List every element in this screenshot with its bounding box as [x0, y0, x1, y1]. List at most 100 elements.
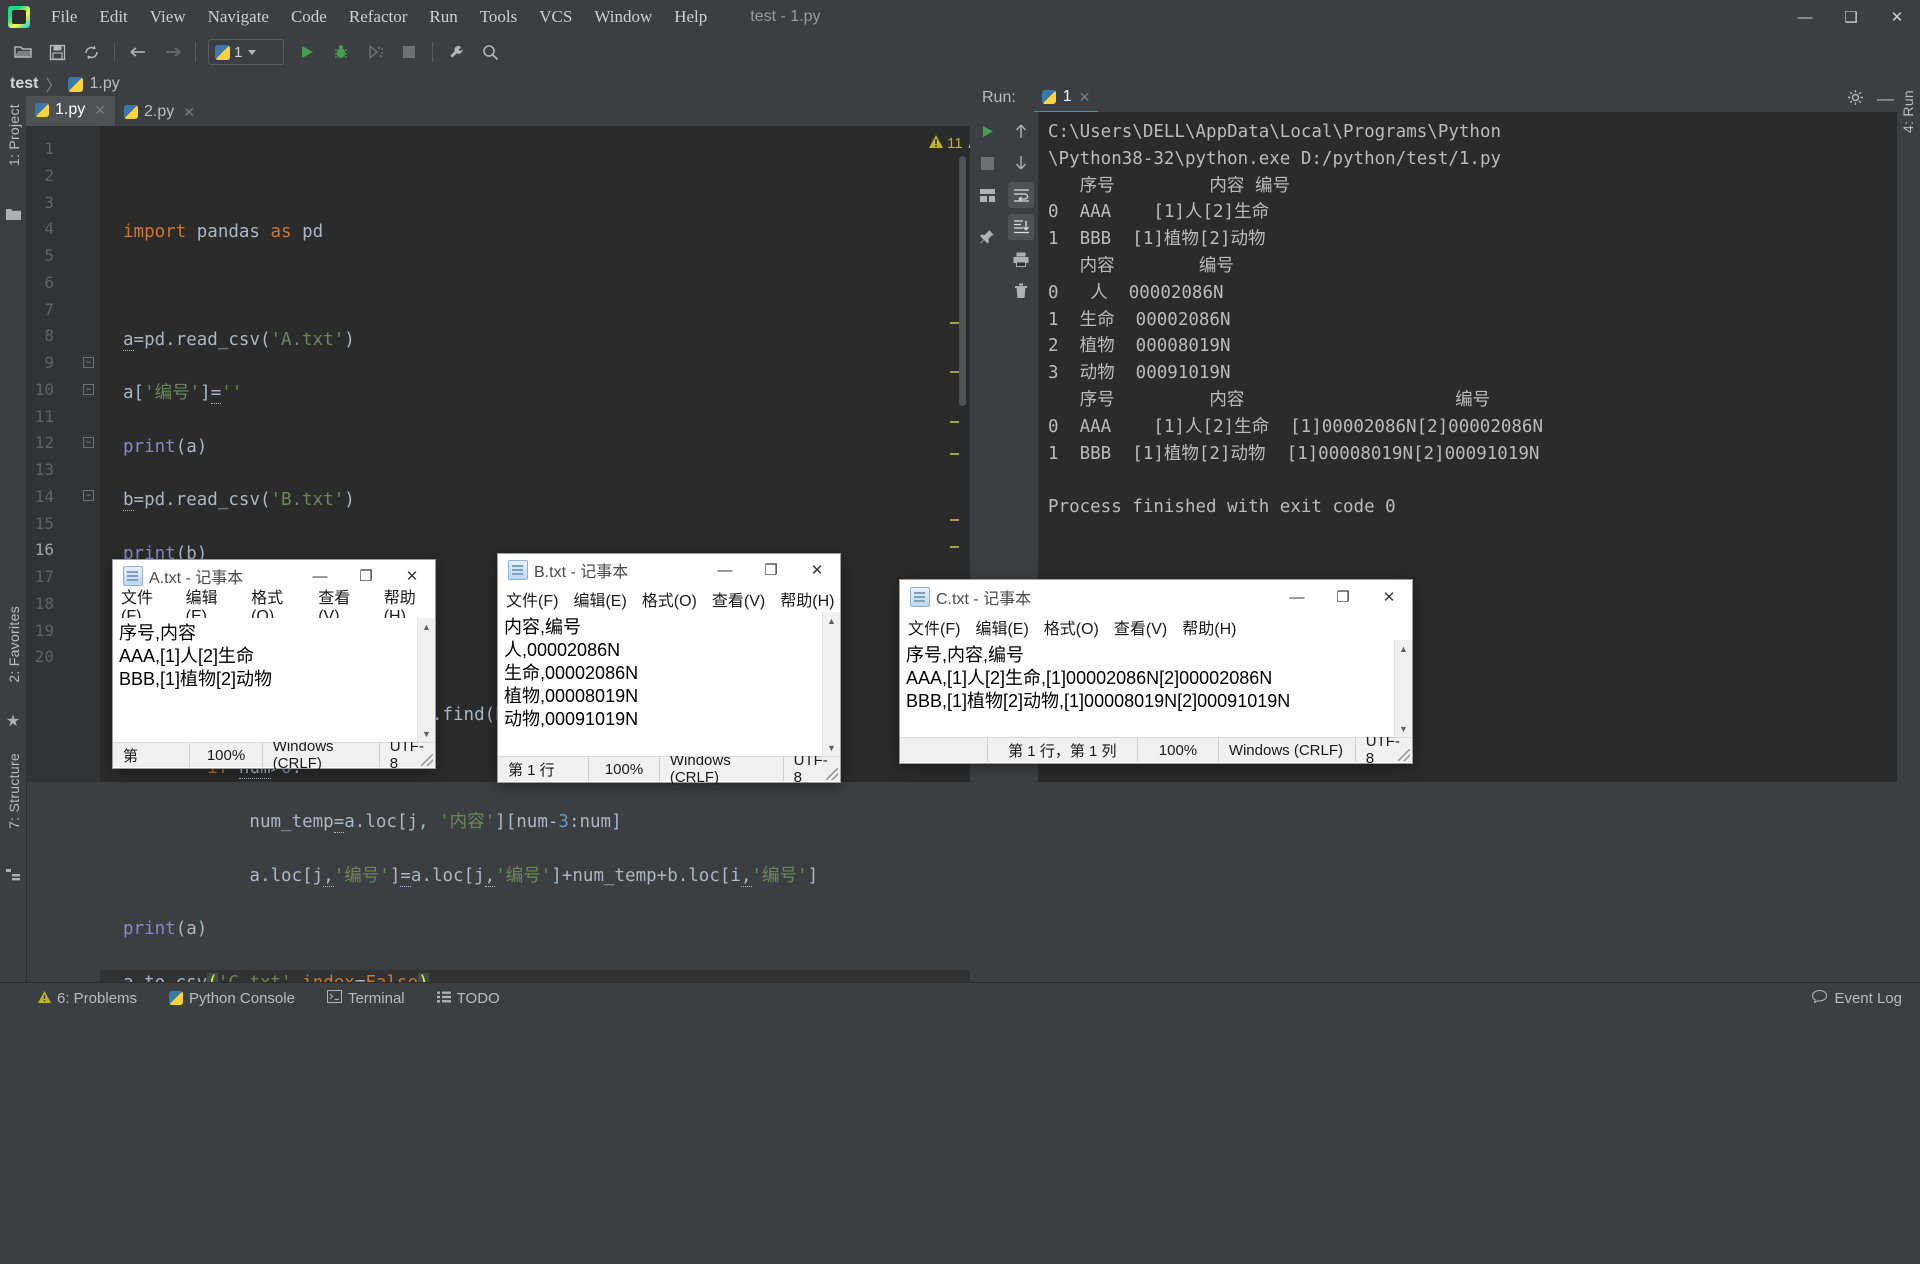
resize-grip[interactable] — [1398, 749, 1410, 761]
stop-icon[interactable] — [395, 38, 423, 66]
notepad-window-c[interactable]: C.txt - 记事本 — ❐ ✕ 文件(F) 编辑(E) 格式(O) 查看(V… — [900, 580, 1412, 767]
menu-navigate[interactable]: Navigate — [197, 3, 280, 31]
menu-format[interactable]: 格式(O) — [642, 587, 697, 611]
save-icon[interactable] — [43, 38, 71, 66]
menu-edit[interactable]: 编辑(E) — [573, 587, 626, 611]
fold-marker[interactable]: − — [83, 357, 94, 368]
run-coverage-icon[interactable] — [361, 38, 389, 66]
menu-vcs[interactable]: VCS — [528, 3, 583, 31]
close-button[interactable]: ✕ — [1366, 580, 1412, 614]
pin-icon[interactable] — [974, 224, 1000, 250]
notepad-window-b[interactable]: B.txt - 记事本 — ❐ ✕ 文件(F) 编辑(E) 格式(O) 查看(V… — [498, 554, 840, 786]
debug-icon[interactable] — [327, 38, 355, 66]
scroll-down-icon[interactable]: ▼ — [1395, 720, 1412, 737]
menu-view[interactable]: 查看(V) — [1114, 615, 1167, 639]
close-button[interactable]: ✕ — [1874, 0, 1920, 34]
notepad-text-area[interactable]: 内容,编号 人,00002086N 生命,00002086N 植物,000080… — [498, 612, 840, 756]
maximize-button[interactable]: ❐ — [1320, 580, 1366, 614]
notepad-text-area[interactable]: 序号,内容,编号 AAA,[1]人[2]生命,[1]00002086N[2]00… — [900, 640, 1412, 737]
inspection-mark[interactable] — [950, 322, 959, 324]
menu-view[interactable]: View — [139, 3, 197, 31]
notepad-scrollbar[interactable]: ▲ ▼ — [1394, 640, 1412, 737]
sidebar-item-structure[interactable]: 7: Structure — [6, 753, 22, 829]
menu-file[interactable]: 文件(F) — [908, 615, 960, 639]
forward-arrow-icon[interactable] — [158, 38, 186, 66]
menu-edit[interactable]: Edit — [88, 3, 138, 31]
run-configuration-selector[interactable]: 1 — [208, 39, 284, 65]
menu-file[interactable]: 文件(F) — [506, 587, 558, 611]
notepad-window-a[interactable]: A.txt - 记事本 — ❐ ✕ 文件(F) 编辑(E) 格式(O) 查看(V… — [113, 560, 435, 772]
notepad-scrollbar[interactable]: ▲ ▼ — [822, 612, 840, 756]
status-python-console[interactable]: Python Console — [169, 990, 295, 1007]
inspection-mark[interactable] — [950, 421, 959, 423]
menu-refactor[interactable]: Refactor — [338, 3, 419, 31]
scroll-down-icon[interactable]: ▼ — [823, 739, 840, 756]
close-button[interactable]: ✕ — [794, 554, 840, 586]
tab-1py[interactable]: 1.py ✕ — [26, 96, 115, 126]
inspection-mark[interactable] — [950, 519, 959, 521]
status-todo[interactable]: TODO — [436, 990, 500, 1007]
run-tab[interactable]: 1 ✕ — [1033, 83, 1099, 113]
fold-marker[interactable]: − — [83, 437, 94, 448]
notepad-title-bar[interactable]: B.txt - 记事本 — ❐ ✕ — [498, 554, 840, 586]
stop-icon[interactable] — [974, 150, 1000, 176]
back-arrow-icon[interactable] — [124, 38, 152, 66]
tab-2py[interactable]: 2.py ✕ — [115, 98, 204, 126]
notepad-scrollbar[interactable]: ▲ ▼ — [417, 618, 435, 742]
menu-help[interactable]: 帮助(H) — [780, 587, 834, 611]
fold-marker[interactable]: − — [83, 490, 94, 501]
maximize-button[interactable]: ❑ — [1828, 0, 1874, 34]
inspection-mark[interactable] — [950, 546, 959, 548]
open-folder-icon[interactable] — [9, 38, 37, 66]
menu-run[interactable]: Run — [418, 3, 468, 31]
resize-grip[interactable] — [826, 768, 838, 780]
editor-scrollbar[interactable] — [959, 156, 966, 406]
resize-grip[interactable] — [421, 754, 433, 766]
menu-view[interactable]: 查看(V) — [712, 587, 765, 611]
notepad-title-bar[interactable]: C.txt - 记事本 — ❐ ✕ — [900, 580, 1412, 614]
status-problems[interactable]: 6: Problems — [38, 990, 137, 1007]
sidebar-item-run[interactable]: 4: Run — [1900, 90, 1916, 133]
minimize-button[interactable]: — — [1274, 580, 1320, 614]
soft-wrap-icon[interactable] — [1008, 182, 1034, 208]
close-icon[interactable]: ✕ — [94, 102, 106, 119]
star-icon[interactable]: ★ — [5, 711, 21, 730]
menu-file[interactable]: File — [40, 3, 88, 31]
breadcrumb-file[interactable]: 1.py — [89, 75, 119, 93]
scroll-up-icon[interactable] — [1008, 118, 1034, 144]
menu-format[interactable]: 格式(O) — [1044, 615, 1099, 639]
breadcrumb-project[interactable]: test — [10, 75, 38, 93]
status-terminal[interactable]: Terminal — [326, 990, 405, 1007]
scroll-up-icon[interactable]: ▲ — [823, 612, 840, 629]
notepad-text-area[interactable]: 序号,内容 AAA,[1]人[2]生命 BBB,[1]植物[2]动物 — [113, 618, 435, 742]
editor-gutter[interactable]: 1 2 3 4 5 6 7 8 9 10 11 12 13 14 15 16 1… — [26, 126, 100, 782]
inspection-mark[interactable] — [950, 371, 959, 373]
rerun-icon[interactable] — [974, 118, 1000, 144]
minimize-panel-icon[interactable]: — — [1877, 89, 1894, 109]
sync-icon[interactable] — [77, 38, 105, 66]
menu-tools[interactable]: Tools — [469, 3, 529, 31]
layout-icon[interactable] — [974, 182, 1000, 208]
search-icon[interactable] — [476, 38, 504, 66]
sidebar-item-project[interactable]: 1: Project — [6, 104, 22, 166]
structure-icon[interactable] — [5, 868, 21, 884]
menu-help[interactable]: Help — [663, 3, 718, 31]
menu-window[interactable]: Window — [583, 3, 663, 31]
minimize-button[interactable]: — — [702, 554, 748, 586]
scroll-up-icon[interactable]: ▲ — [418, 618, 435, 635]
wrench-icon[interactable] — [442, 38, 470, 66]
scroll-up-icon[interactable]: ▲ — [1395, 640, 1412, 657]
close-icon[interactable]: ✕ — [1079, 89, 1091, 106]
minimize-button[interactable]: — — [1782, 0, 1828, 34]
close-icon[interactable]: ✕ — [183, 104, 195, 121]
fold-marker[interactable]: − — [83, 384, 94, 395]
sidebar-item-favorites[interactable]: 2: Favorites — [6, 606, 22, 683]
maximize-button[interactable]: ❐ — [748, 554, 794, 586]
folder-icon[interactable] — [5, 208, 21, 224]
run-icon[interactable] — [293, 38, 321, 66]
scroll-down-icon[interactable] — [1008, 150, 1034, 176]
status-event-log[interactable]: Event Log — [1812, 989, 1902, 1007]
trash-icon[interactable] — [1008, 278, 1034, 304]
menu-edit[interactable]: 编辑(E) — [975, 615, 1028, 639]
inspection-mark[interactable] — [950, 453, 959, 455]
